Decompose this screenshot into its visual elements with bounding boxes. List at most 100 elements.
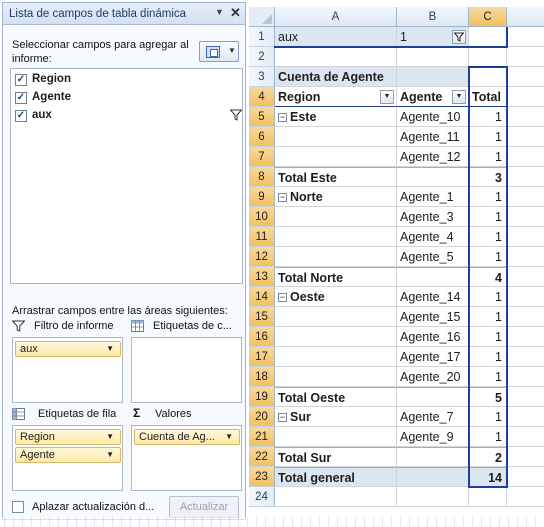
field-item-aux[interactable]: ✓ aux <box>15 108 242 124</box>
update-button[interactable]: Actualizar <box>169 496 239 518</box>
cell-b19[interactable] <box>397 387 469 407</box>
cell-c2[interactable] <box>469 47 507 67</box>
cell-a4[interactable]: Region ▼ <box>275 87 397 107</box>
cell-d5[interactable] <box>507 107 544 127</box>
cell-b6[interactable]: Agente_11 <box>397 127 469 147</box>
cell-a2[interactable] <box>275 47 397 67</box>
cell-b16[interactable]: Agente_16 <box>397 327 469 347</box>
cell-b9[interactable]: Agente_1 <box>397 187 469 207</box>
cell-a1[interactable]: aux <box>275 27 397 47</box>
cell-d20[interactable] <box>507 407 544 427</box>
cell-d17[interactable] <box>507 347 544 367</box>
row-header-16[interactable]: 16 <box>249 327 275 347</box>
field-item-agente[interactable]: ✓ Agente <box>15 90 240 106</box>
cell-c12[interactable]: 1 <box>469 247 507 267</box>
cell-d15[interactable] <box>507 307 544 327</box>
row-header-4[interactable]: 4 <box>249 87 275 107</box>
cell-c8[interactable]: 3 <box>469 167 507 187</box>
row-header-19[interactable]: 19 <box>249 387 275 407</box>
column-labels-area[interactable] <box>131 337 242 403</box>
cell-a12[interactable] <box>275 247 397 267</box>
chevron-down-icon[interactable]: ▼ <box>225 432 233 441</box>
row-header-14[interactable]: 14 <box>249 287 275 307</box>
chevron-down-icon[interactable]: ▼ <box>106 432 114 441</box>
checkbox-region[interactable]: ✓ <box>15 74 27 86</box>
pane-options-dropdown-icon[interactable]: ▼ <box>215 7 224 17</box>
cell-c24[interactable] <box>469 487 507 507</box>
cell-a21[interactable] <box>275 427 397 447</box>
cell-c9[interactable]: 1 <box>469 187 507 207</box>
row-header-17[interactable]: 17 <box>249 347 275 367</box>
cell-d16[interactable] <box>507 327 544 347</box>
cell-d14[interactable] <box>507 287 544 307</box>
field-list-layout-button[interactable]: ▼ <box>199 41 239 62</box>
collapse-icon[interactable]: − <box>278 193 287 202</box>
cell-a9[interactable]: − Norte <box>275 187 397 207</box>
cell-d19[interactable] <box>507 387 544 407</box>
cell-a14[interactable]: − Oeste <box>275 287 397 307</box>
cell-d11[interactable] <box>507 227 544 247</box>
row-header-23[interactable]: 23 <box>249 467 275 487</box>
cell-d4[interactable] <box>507 87 544 107</box>
chevron-down-icon[interactable]: ▼ <box>380 90 394 104</box>
cell-c6[interactable]: 1 <box>469 127 507 147</box>
cell-d10[interactable] <box>507 207 544 227</box>
column-header-c[interactable]: C <box>469 7 507 27</box>
report-filter-area[interactable]: aux ▼ <box>12 337 123 403</box>
cell-a10[interactable] <box>275 207 397 227</box>
cell-d7[interactable] <box>507 147 544 167</box>
cell-b3[interactable] <box>397 67 469 87</box>
cell-b17[interactable]: Agente_17 <box>397 347 469 367</box>
cell-c11[interactable]: 1 <box>469 227 507 247</box>
cell-b5[interactable]: Agente_10 <box>397 107 469 127</box>
select-all-corner[interactable] <box>249 7 275 27</box>
defer-update-checkbox[interactable] <box>12 501 24 513</box>
filter-dropdown-icon[interactable] <box>452 30 466 44</box>
cell-c17[interactable]: 1 <box>469 347 507 367</box>
row-header-22[interactable]: 22 <box>249 447 275 467</box>
cell-b8[interactable] <box>397 167 469 187</box>
cell-a20[interactable]: − Sur <box>275 407 397 427</box>
cell-a6[interactable] <box>275 127 397 147</box>
cell-c4[interactable]: Total <box>469 87 507 107</box>
checkbox-aux[interactable]: ✓ <box>15 110 27 122</box>
cell-d2[interactable] <box>507 47 544 67</box>
cell-d24[interactable] <box>507 487 544 507</box>
filter-pill-aux[interactable]: aux ▼ <box>15 341 121 357</box>
row-header-11[interactable]: 11 <box>249 227 275 247</box>
collapse-icon[interactable]: − <box>278 413 287 422</box>
collapse-icon[interactable]: − <box>278 113 287 122</box>
row-header-20[interactable]: 20 <box>249 407 275 427</box>
row-header-10[interactable]: 10 <box>249 207 275 227</box>
cell-c20[interactable]: 1 <box>469 407 507 427</box>
close-icon[interactable]: ✕ <box>230 5 241 21</box>
cell-c3[interactable] <box>469 67 507 87</box>
field-item-region[interactable]: ✓ Region <box>15 72 240 88</box>
row-header-7[interactable]: 7 <box>249 147 275 167</box>
cell-d13[interactable] <box>507 267 544 287</box>
cell-b4[interactable]: Agente ▼ <box>397 87 469 107</box>
row-header-3[interactable]: 3 <box>249 67 275 87</box>
cell-b11[interactable]: Agente_4 <box>397 227 469 247</box>
row-header-1[interactable]: 1 <box>249 27 275 47</box>
cell-b20[interactable]: Agente_7 <box>397 407 469 427</box>
row-header-6[interactable]: 6 <box>249 127 275 147</box>
cell-a15[interactable] <box>275 307 397 327</box>
cell-a11[interactable] <box>275 227 397 247</box>
cell-b10[interactable]: Agente_3 <box>397 207 469 227</box>
column-header-d[interactable] <box>507 7 544 27</box>
cell-c13[interactable]: 4 <box>469 267 507 287</box>
cell-a19[interactable]: Total Oeste <box>275 387 397 407</box>
cell-b14[interactable]: Agente_14 <box>397 287 469 307</box>
cell-c22[interactable]: 2 <box>469 447 507 467</box>
cell-d6[interactable] <box>507 127 544 147</box>
chevron-down-icon[interactable]: ▼ <box>106 450 114 459</box>
row-header-18[interactable]: 18 <box>249 367 275 387</box>
cell-d8[interactable] <box>507 167 544 187</box>
cell-c10[interactable]: 1 <box>469 207 507 227</box>
cell-c18[interactable]: 1 <box>469 367 507 387</box>
row-header-24[interactable]: 24 <box>249 487 275 507</box>
cell-b1[interactable]: 1 <box>397 27 469 47</box>
cell-c1[interactable] <box>469 27 507 47</box>
cell-b18[interactable]: Agente_20 <box>397 367 469 387</box>
